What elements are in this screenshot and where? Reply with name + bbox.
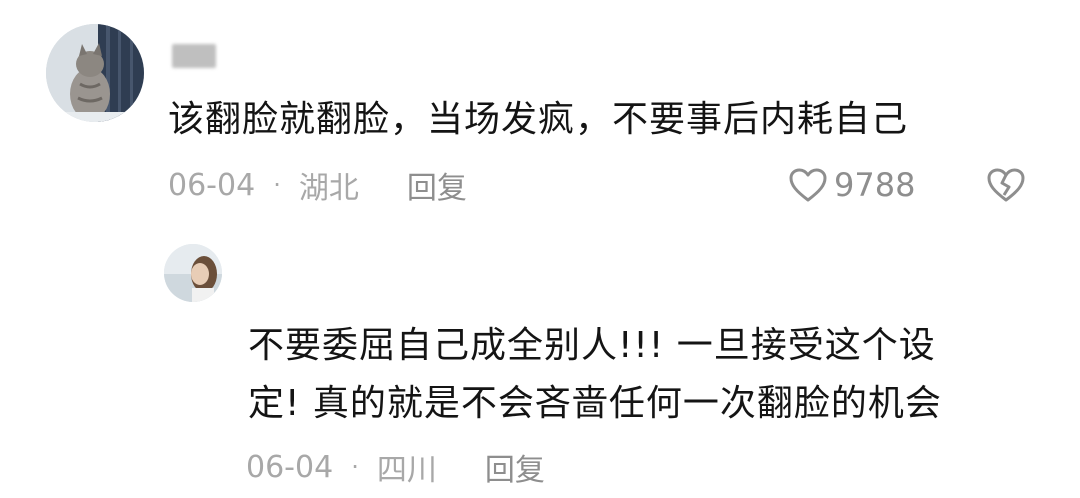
like-count: 9788 xyxy=(834,166,916,204)
reply-meta: 06-04 · 四川 回复 xyxy=(246,445,545,489)
reply-button[interactable]: 回复 xyxy=(485,445,545,489)
reply-date: 06-04 xyxy=(246,449,334,485)
reply-avatar[interactable] xyxy=(164,244,222,302)
comment-location: 湖北 xyxy=(298,171,359,206)
girl-avatar-image xyxy=(164,244,222,302)
comment-meta: 06-04 · 湖北 回复 xyxy=(168,163,467,207)
reply-button[interactable]: 回复 xyxy=(407,163,467,207)
username-blurred[interactable] xyxy=(172,44,216,68)
meta-separator: · xyxy=(273,171,281,199)
like-button[interactable]: 9788 xyxy=(788,164,915,206)
cat-avatar-image xyxy=(46,24,144,122)
dislike-button[interactable] xyxy=(986,164,1026,206)
cut-off-content xyxy=(890,486,1010,498)
comment: 该翻脸就翻脸，当场发疯，不要事后内耗自己 06-04 · 湖北 回复 9788 xyxy=(0,0,1080,230)
meta-separator: · xyxy=(351,453,359,481)
comment-text: 该翻脸就翻脸，当场发疯，不要事后内耗自己 xyxy=(168,99,909,140)
avatar[interactable] xyxy=(46,24,144,122)
reply-text-line2: 定! 真的就是不会吝啬任何一次翻脸的机会 xyxy=(248,383,942,424)
comment-date: 06-04 xyxy=(168,167,256,203)
reply-text-line1: 不要委屈自己成全别人!!! 一旦接受这个设 xyxy=(248,325,936,366)
reply-location: 四川 xyxy=(376,453,437,488)
heart-icon xyxy=(789,168,827,202)
broken-heart-icon xyxy=(987,168,1025,202)
